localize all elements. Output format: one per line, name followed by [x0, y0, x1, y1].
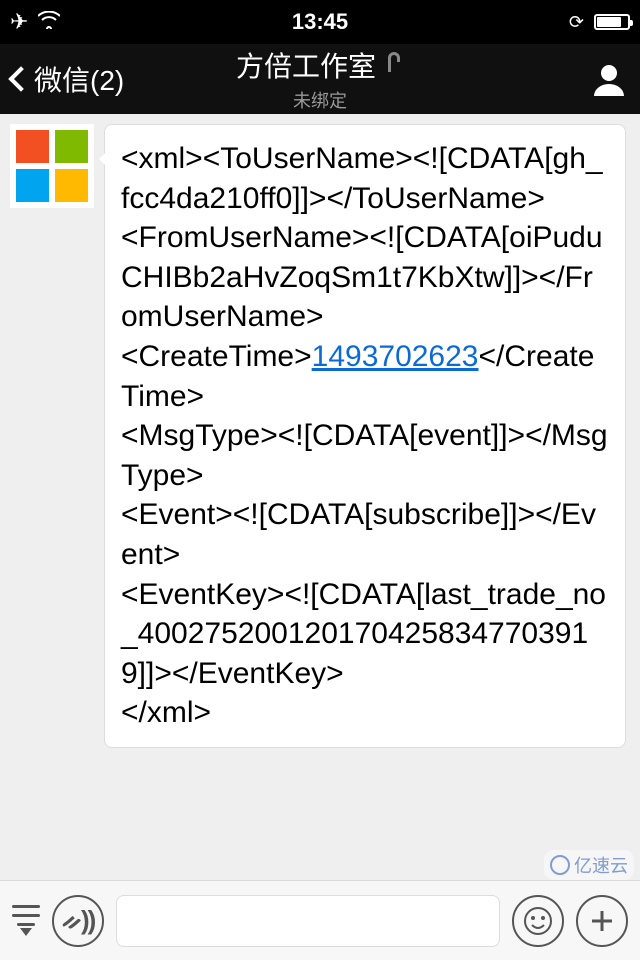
wifi-icon — [38, 9, 60, 35]
input-bar: ᨀ)) — [0, 880, 640, 960]
msg-line: <FromUserName><![CDATA[oiPuduCHIBb2aHvZo… — [121, 221, 603, 333]
keyboard-toggle-button[interactable] — [12, 905, 40, 936]
msg-line: <EventKey><![CDATA[last_trade_no_4002752… — [121, 578, 606, 690]
watermark-icon — [550, 855, 570, 875]
back-button[interactable]: 微信(2) — [12, 59, 124, 99]
msg-line: <CreateTime> — [121, 340, 312, 373]
msg-line: <xml><ToUserName><![CDATA[gh_fcc4da210ff… — [121, 142, 603, 215]
chevron-left-icon — [8, 66, 33, 91]
message-row: <xml><ToUserName><![CDATA[gh_fcc4da210ff… — [10, 124, 626, 748]
watermark-text: 亿速云 — [574, 852, 628, 878]
status-bar: ✈ 13:45 ⟳ — [0, 0, 640, 44]
smile-icon — [523, 906, 553, 936]
emoji-button[interactable] — [512, 895, 564, 947]
message-input[interactable] — [116, 895, 500, 947]
msg-line: <MsgType><![CDATA[event]]></MsgType> — [121, 419, 608, 492]
nav-bar: 微信(2) 方倍工作室 未绑定 — [0, 44, 640, 114]
message-bubble[interactable]: <xml><ToUserName><![CDATA[gh_fcc4da210ff… — [104, 124, 626, 748]
back-label: 微信(2) — [34, 59, 124, 99]
chat-subtitle: 未绑定 — [236, 87, 404, 113]
keyboard-icon — [12, 905, 40, 926]
watermark: 亿速云 — [544, 850, 634, 880]
status-right: ⟳ — [569, 12, 630, 33]
msg-number-link[interactable]: 1493702623 — [312, 340, 479, 373]
plus-icon — [589, 908, 615, 934]
voice-icon: ᨀ)) — [62, 905, 95, 937]
profile-button[interactable] — [590, 60, 628, 98]
add-button[interactable] — [576, 895, 628, 947]
orientation-lock-icon: ⟳ — [569, 12, 584, 33]
status-time: 13:45 — [292, 9, 348, 35]
avatar[interactable] — [10, 124, 94, 208]
chat-title: 方倍工作室 — [236, 45, 376, 85]
voice-input-button[interactable]: ᨀ)) — [52, 895, 104, 947]
chat-area[interactable]: <xml><ToUserName><![CDATA[gh_fcc4da210ff… — [0, 114, 640, 880]
status-left: ✈ — [10, 9, 60, 35]
nav-title-area: 方倍工作室 未绑定 — [236, 45, 404, 113]
chevron-down-icon — [20, 928, 32, 936]
airplane-icon: ✈ — [10, 9, 28, 35]
msg-line: <Event><![CDATA[subscribe]]></Event> — [121, 498, 596, 571]
msg-line: </xml> — [121, 696, 211, 729]
profile-icon — [590, 60, 628, 98]
earphone-icon — [384, 48, 404, 83]
battery-icon — [594, 14, 630, 30]
